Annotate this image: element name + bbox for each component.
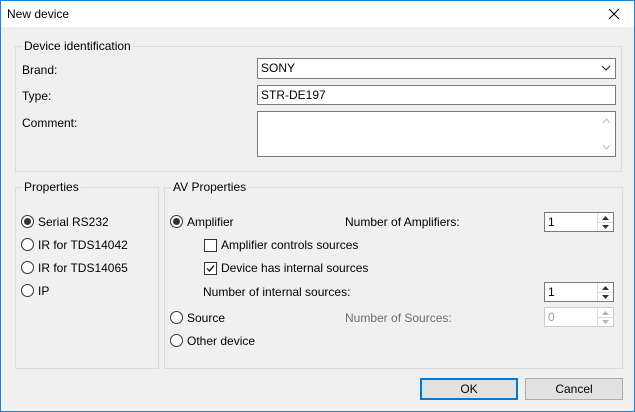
scroll-down-icon (602, 144, 611, 150)
num-internal-sources-value[interactable]: 1 (548, 285, 555, 299)
cancel-button-label: Cancel (555, 382, 593, 396)
new-device-dialog: New device Device identification Brand: … (0, 0, 635, 412)
num-amplifiers-value[interactable]: 1 (548, 215, 555, 229)
num-sources-label: Number of Sources: (345, 311, 452, 325)
device-identification-legend: Device identification (22, 39, 133, 53)
close-button[interactable] (594, 1, 634, 27)
radio-amplifier-label[interactable]: Amplifier (187, 215, 234, 229)
radio-ir-tds14042[interactable] (21, 238, 34, 251)
num-internal-sources-stepper[interactable]: 1 (544, 282, 614, 302)
properties-legend: Properties (22, 180, 81, 194)
num-amplifiers-stepper[interactable]: 1 (544, 212, 614, 232)
radio-source[interactable] (170, 311, 183, 324)
num-amplifiers-label: Number of Amplifiers: (345, 215, 460, 229)
triangle-up-icon (602, 285, 609, 290)
type-value: STR-DE197 (261, 88, 326, 102)
num-internal-spin-buttons (597, 283, 613, 301)
triangle-up-icon (602, 310, 609, 315)
title-bar: New device (1, 1, 634, 27)
ok-button[interactable]: OK (420, 378, 518, 400)
checkmark-icon (206, 265, 215, 273)
radio-amplifier[interactable] (170, 215, 183, 228)
chevron-down-icon (601, 65, 611, 71)
cancel-button[interactable]: Cancel (525, 378, 623, 400)
triangle-down-icon (602, 319, 609, 324)
checkbox-amp-controls-sources[interactable] (204, 239, 217, 252)
av-properties-legend: AV Properties (171, 180, 249, 194)
ok-button-label: OK (460, 382, 478, 396)
comment-textarea[interactable] (257, 111, 616, 157)
radio-ir-tds14042-label[interactable]: IR for TDS14042 (38, 238, 128, 252)
comment-scrollbar[interactable] (598, 112, 615, 156)
brand-dropdown[interactable]: SONY (257, 58, 616, 79)
checkbox-internal-sources-label[interactable]: Device has internal sources (221, 261, 368, 275)
radio-ir-tds14065-label[interactable]: IR for TDS14065 (38, 261, 128, 275)
num-sources-stepper[interactable]: 0 (544, 307, 614, 327)
radio-other-device-label[interactable]: Other device (187, 334, 255, 348)
radio-other-device[interactable] (170, 334, 183, 347)
radio-ir-tds14065[interactable] (21, 261, 34, 274)
num-sources-spin-buttons (597, 308, 613, 326)
comment-label: Comment: (22, 116, 78, 130)
close-icon (609, 9, 619, 19)
num-internal-sources-label: Number of internal sources: (203, 285, 351, 299)
checkbox-amp-controls-sources-label[interactable]: Amplifier controls sources (221, 238, 358, 252)
radio-serial-rs232[interactable] (21, 215, 34, 228)
radio-serial-rs232-label[interactable]: Serial RS232 (38, 215, 109, 229)
radio-ip[interactable] (21, 284, 34, 297)
spin-down-button[interactable] (598, 292, 613, 301)
radio-source-label[interactable]: Source (187, 311, 225, 325)
dialog-title: New device (7, 7, 70, 21)
triangle-down-icon (602, 294, 609, 299)
scroll-up-icon (602, 118, 611, 124)
type-label: Type: (22, 89, 52, 103)
num-amplifiers-spin-buttons (597, 213, 613, 231)
radio-ip-label[interactable]: IP (38, 284, 49, 298)
spin-down-button[interactable] (598, 222, 613, 231)
triangle-down-icon (602, 224, 609, 229)
brand-value: SONY (261, 61, 296, 75)
triangle-up-icon (602, 215, 609, 220)
spin-down-button (598, 317, 613, 326)
type-input[interactable]: STR-DE197 (257, 85, 616, 105)
checkbox-internal-sources[interactable] (204, 262, 217, 275)
brand-label: Brand: (22, 63, 58, 77)
num-sources-value: 0 (548, 310, 555, 324)
